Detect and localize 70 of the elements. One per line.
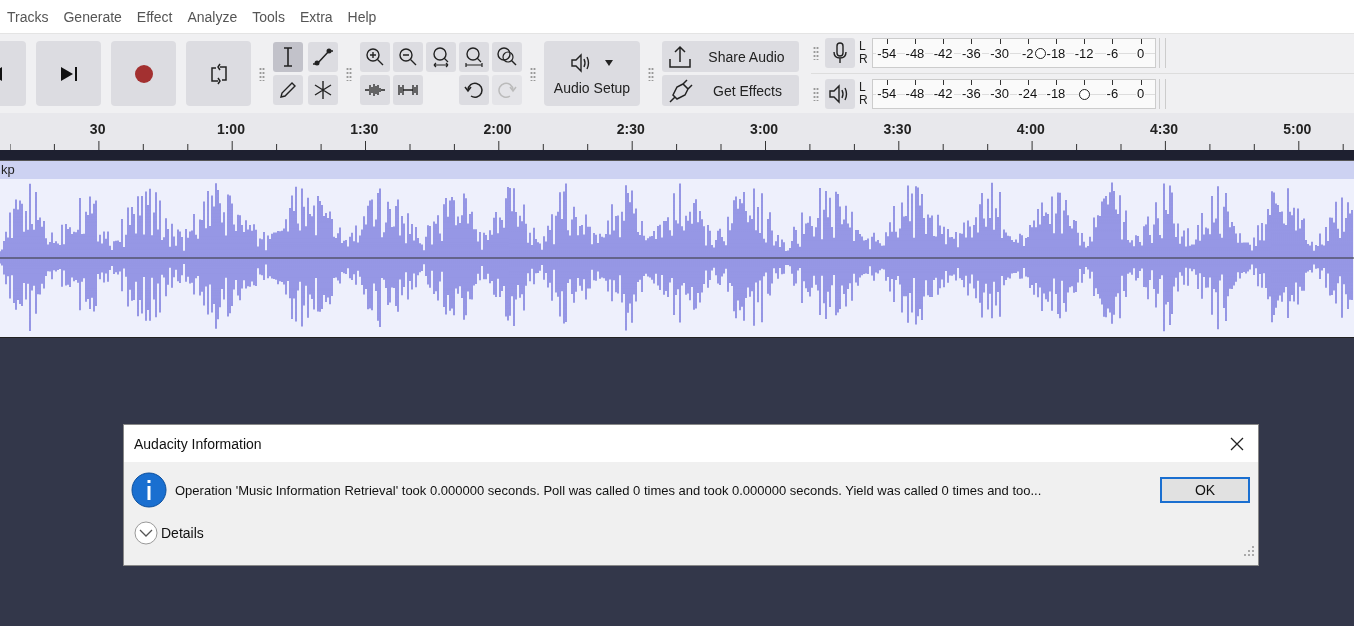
channel-label: L xyxy=(859,40,867,54)
time-label: 3:30 xyxy=(883,121,912,137)
menu-item[interactable]: Tracks xyxy=(7,8,49,25)
pencil-icon xyxy=(278,80,298,100)
expand-chevron-icon[interactable] xyxy=(134,521,158,545)
slider-thumb[interactable] xyxy=(1078,88,1090,100)
toolbar-button[interactable]: Share Audio xyxy=(662,41,799,72)
tool-button[interactable] xyxy=(308,42,338,72)
upload-icon xyxy=(668,44,692,69)
zoom-out-button[interactable] xyxy=(393,42,423,72)
trim-button[interactable] xyxy=(360,75,390,105)
info-icon xyxy=(131,472,167,508)
menu-item[interactable]: Tools xyxy=(252,8,285,25)
time-label: 5:00 xyxy=(1283,121,1312,137)
asterisk-icon xyxy=(313,80,333,100)
magnifier-bracket-icon xyxy=(463,46,485,68)
ok-button[interactable]: OK xyxy=(1160,477,1250,503)
meter-edge xyxy=(1158,78,1166,109)
record-icon xyxy=(133,63,154,84)
level-meter[interactable]: -54 -48 -42 -36 -30 -24 -18 -6 0 xyxy=(871,78,1156,109)
menu-item[interactable]: Extra xyxy=(299,8,333,25)
toolbar-button[interactable]: Get Effects xyxy=(662,75,799,106)
microphone-icon xyxy=(832,42,848,65)
zoom-toggle-button[interactable] xyxy=(492,42,522,72)
time-label: 3:00 xyxy=(750,121,779,137)
level-meter[interactable]: -54 -48 -42 -36 -30 -2 -18 -12 -6 0 xyxy=(871,38,1156,69)
menu-item[interactable]: Generate xyxy=(63,8,122,25)
dialog-message: Operation 'Music Information Retrieval' took 0.000000 seconds. Poll was called 0 times and took 0.000000 seconds. Yield was called 0 times and too... xyxy=(175,482,1043,498)
audio-setup-button[interactable]: Audio Setup xyxy=(544,41,640,106)
menu-item[interactable]: Help xyxy=(347,8,377,25)
tool-button[interactable] xyxy=(273,75,303,105)
details-toggle[interactable]: Details xyxy=(161,525,204,541)
fit-selection-button[interactable] xyxy=(426,42,456,72)
channel-label: R xyxy=(859,93,868,107)
meter-button[interactable] xyxy=(825,78,855,109)
transport-button[interactable] xyxy=(36,41,101,106)
envelope-icon xyxy=(312,48,334,66)
channel-label: L xyxy=(859,80,867,94)
silence-button[interactable] xyxy=(393,75,423,105)
dialog-title: Audacity Information xyxy=(134,435,262,452)
menu-item[interactable]: Effect xyxy=(136,8,173,25)
time-label: 30 xyxy=(89,121,106,137)
meter-edge xyxy=(1158,38,1166,69)
time-label: 2:00 xyxy=(483,121,512,137)
time-label: 1:30 xyxy=(350,121,379,137)
zoom-out-icon xyxy=(398,47,418,67)
resize-grip-icon[interactable] xyxy=(1244,546,1254,556)
menu-item[interactable]: Analyze xyxy=(187,8,238,25)
transport-button[interactable] xyxy=(186,41,251,106)
zoom-in-button[interactable] xyxy=(360,42,390,72)
time-label: 4:00 xyxy=(1016,121,1045,137)
clip-name: kp xyxy=(1,162,15,177)
channel-label: R xyxy=(859,53,868,67)
track-clip-header[interactable]: kp xyxy=(0,161,1354,179)
time-label: 1:00 xyxy=(216,121,245,137)
time-label: 2:30 xyxy=(616,121,645,137)
plug-icon xyxy=(668,77,694,104)
time-label: 4:30 xyxy=(1150,121,1179,137)
close-icon[interactable] xyxy=(1230,436,1244,451)
trim-wave-icon xyxy=(364,82,386,98)
silence-wave-icon xyxy=(397,82,419,98)
tool-button[interactable] xyxy=(308,75,338,105)
slider-thumb[interactable] xyxy=(1034,48,1046,60)
magnifier-pair-icon xyxy=(496,46,518,68)
meter-button[interactable] xyxy=(825,38,855,69)
tool-button[interactable] xyxy=(273,42,303,72)
fit-project-button[interactable] xyxy=(459,42,489,72)
caret-icon xyxy=(604,58,614,67)
history-button[interactable] xyxy=(459,75,489,105)
zoom-in-icon xyxy=(365,47,385,67)
